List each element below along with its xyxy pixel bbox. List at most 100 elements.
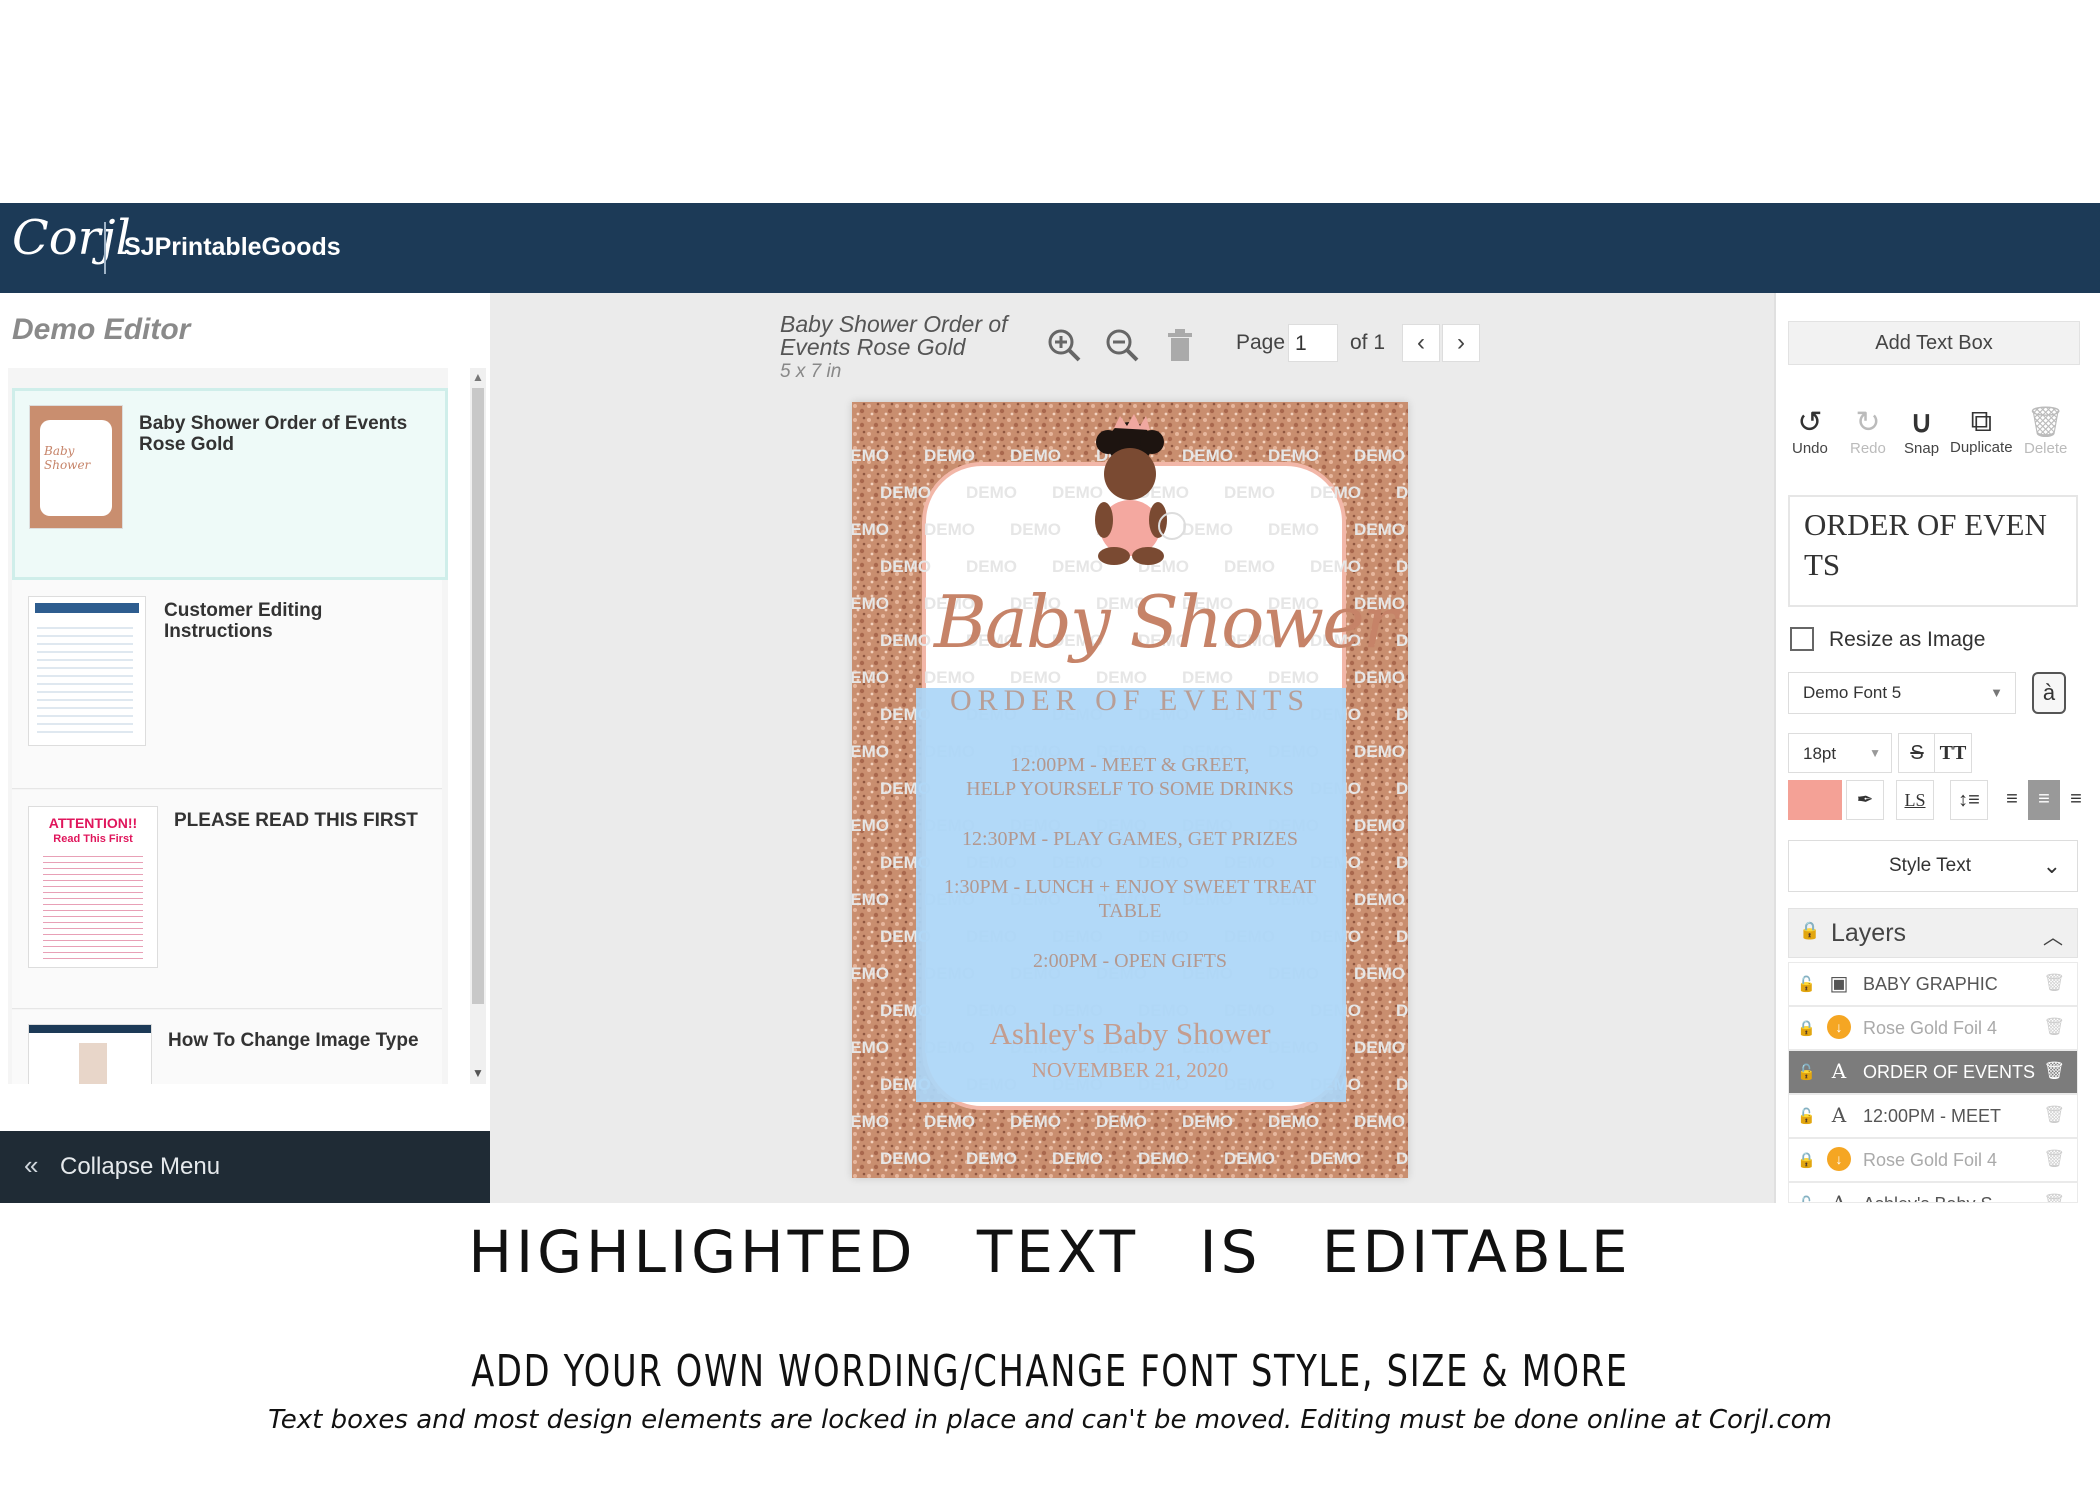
scrollbar-thumb[interactable]: [472, 388, 484, 1004]
align-center-button[interactable]: ≡: [2028, 780, 2060, 820]
line-height-button[interactable]: ↕≡: [1950, 780, 1988, 820]
snap-icon: ∪: [1910, 406, 1933, 439]
snap-button[interactable]: ∪ Snap: [1904, 405, 1939, 457]
lock-icon[interactable]: 🔒: [1797, 1151, 1816, 1169]
layer-row[interactable]: 🔒 ↓ Rose Gold Foil 4 🗑: [1788, 1138, 2078, 1182]
demo-watermark: DEMO: [1096, 1112, 1147, 1131]
event-line[interactable]: 1:30PM - LUNCH + ENJOY SWEET TREAT: [852, 876, 1408, 899]
event-line[interactable]: 12:00PM - MEET & GREET,: [852, 754, 1408, 777]
letter-spacing-button[interactable]: LS: [1896, 780, 1934, 820]
glyph-icon: à: [2042, 680, 2056, 705]
date-line[interactable]: NOVEMBER 21, 2020: [852, 1058, 1408, 1083]
chevron-up-icon: ︿: [2043, 927, 2063, 949]
text-icon: A: [1831, 1059, 1847, 1083]
align-right-button[interactable]: ≡: [2060, 780, 2092, 820]
style-text-label: Style Text: [1889, 855, 1972, 876]
line-height-icon: ↕≡: [1958, 789, 1980, 811]
layer-name: Ashley's Baby S: [1863, 1194, 1993, 1202]
trash-icon[interactable]: 🗑: [2043, 973, 2065, 993]
redo-button[interactable]: ↻ Redo: [1850, 405, 1886, 457]
template-item-customer-editing[interactable]: Customer Editing Instructions: [12, 580, 442, 789]
page-number-input[interactable]: 1: [1288, 324, 1338, 362]
demo-watermark: DEMO: [1182, 1112, 1233, 1131]
eyedropper-icon: ✒: [1856, 789, 1874, 811]
logo-divider: [104, 222, 106, 274]
layer-row[interactable]: 🔓 ▣ BABY GRAPHIC 🗑: [1788, 962, 2078, 1006]
thumbnail-attention: ATTENTION!!: [48, 815, 138, 831]
template-thumbnail: Baby Shower: [29, 405, 123, 529]
instructions-thumbnail: [28, 596, 146, 746]
layer-row[interactable]: 🔒 ↓ Rose Gold Foil 4 🗑: [1788, 1006, 2078, 1050]
collapse-menu-label: Collapse Menu: [60, 1153, 221, 1180]
invitation-canvas[interactable]: DEMO DEMO DEMO DEMO DEMO DEMO DEMO DEMO DEMO DEMO…: [852, 402, 1408, 1178]
layer-name: ORDER OF EVENTS: [1863, 1062, 2036, 1082]
layer-row[interactable]: 🔓 A 12:00PM - MEET 🗑: [1788, 1094, 2078, 1138]
unlocked-icon[interactable]: 🔓: [1797, 1063, 1816, 1081]
uppercase-button[interactable]: TT: [1934, 733, 1972, 773]
style-text-dropdown[interactable]: Style Text ⌄: [1788, 840, 2078, 892]
text-edit-field[interactable]: ORDER OF EVENTS: [1788, 495, 2078, 607]
undo-button[interactable]: ↺ Undo: [1792, 405, 1828, 457]
scroll-down-icon[interactable]: ▼: [472, 1066, 484, 1080]
zoom-out-icon[interactable]: [1102, 325, 1142, 365]
template-item-label: Baby Shower Order of Events Rose Gold: [139, 413, 408, 455]
trash-icon[interactable]: 🗑: [2043, 1149, 2065, 1169]
font-size-select[interactable]: 18pt ▼: [1788, 733, 1892, 773]
scroll-up-icon[interactable]: ▲: [472, 370, 484, 384]
resize-as-image-checkbox[interactable]: [1790, 627, 1814, 651]
layer-row[interactable]: 🔓 A Ashley's Baby S 🗑: [1788, 1182, 2078, 1203]
text-edit-value[interactable]: ORDER OF EVENTS: [1804, 505, 2064, 585]
add-text-box-button[interactable]: Add Text Box: [1788, 321, 2080, 365]
delete-button[interactable]: 🗑 Delete: [2024, 405, 2067, 457]
layers-header[interactable]: 🔒 Layers ︿: [1788, 908, 2078, 958]
eyedropper-button[interactable]: ✒: [1846, 780, 1884, 820]
unlocked-icon[interactable]: 🔓: [1797, 975, 1816, 993]
event-line[interactable]: 2:00PM - OPEN GIFTS: [852, 950, 1408, 973]
event-line[interactable]: 12:30PM - PLAY GAMES, GET PRIZES: [852, 828, 1408, 851]
host-line[interactable]: Ashley's Baby Shower: [852, 1016, 1408, 1052]
layer-name: BABY GRAPHIC: [1863, 974, 1998, 994]
template-item-order-of-events[interactable]: Baby Shower Baby Shower Order of Events …: [12, 388, 448, 580]
duplicate-button[interactable]: ⧉ Duplicate: [1950, 405, 2013, 456]
layer-row-selected[interactable]: 🔓 A ORDER OF EVENTS 🗑: [1788, 1050, 2078, 1094]
lock-icon[interactable]: 🔒: [1797, 1019, 1816, 1037]
demo-watermark: DEMO: [1224, 1149, 1275, 1168]
baby-graphic[interactable]: [852, 402, 1408, 602]
font-select[interactable]: Demo Font 5 ▼: [1788, 672, 2016, 714]
next-page-button[interactable]: ›: [1442, 324, 1480, 362]
font-size-value: 18pt: [1803, 744, 1837, 763]
text-icon: A: [1831, 1191, 1847, 1203]
glyph-picker-button[interactable]: à: [2032, 672, 2066, 714]
trash-icon[interactable]: 🗑: [2043, 1193, 2065, 1202]
double-chevron-left-icon: «: [24, 1150, 39, 1180]
template-item-change-image[interactable]: How To Change Image Type: [12, 1010, 442, 1084]
demo-watermark: DEMO: [1396, 1149, 1408, 1168]
demo-watermark: DEMO: [1310, 1149, 1361, 1168]
order-of-events-heading[interactable]: ORDER OF EVENTS: [852, 684, 1408, 718]
demo-watermark: DEMO: [1396, 927, 1408, 946]
trash-icon[interactable]: 🗑: [2043, 1017, 2065, 1037]
unlocked-icon[interactable]: 🔓: [1797, 1195, 1816, 1202]
delete-page-icon[interactable]: [1164, 325, 1196, 365]
trash-icon[interactable]: 🗑: [2043, 1105, 2065, 1125]
event-line[interactable]: TABLE: [852, 900, 1408, 923]
resize-as-image-label[interactable]: Resize as Image: [1829, 628, 1985, 652]
align-left-button[interactable]: ≡: [1996, 780, 2028, 820]
strikethrough-button[interactable]: S: [1898, 733, 1936, 773]
snap-label: Snap: [1904, 440, 1940, 457]
event-line[interactable]: HELP YOURSELF TO SOME DRINKS: [852, 778, 1408, 801]
template-item-label: Customer Editing Instructions: [164, 600, 323, 642]
unlocked-icon[interactable]: 🔓: [1797, 1107, 1816, 1125]
trash-icon[interactable]: 🗑: [2043, 1061, 2065, 1081]
layer-name: 12:00PM - MEET: [1863, 1106, 2002, 1126]
zoom-in-icon[interactable]: [1044, 325, 1084, 365]
corjl-logo[interactable]: Corjl: [12, 210, 131, 266]
foil-icon: ↓: [1827, 1015, 1851, 1039]
template-item-read-first[interactable]: ATTENTION!! Read This First PLEASE READ …: [12, 790, 442, 1009]
collapse-menu-button[interactable]: « Collapse Menu: [0, 1131, 490, 1203]
caret-down-icon: ▼: [1990, 685, 2003, 700]
prev-page-button[interactable]: ‹: [1402, 324, 1440, 362]
text-color-swatch[interactable]: [1788, 780, 1842, 820]
demo-watermark: DEMO: [1010, 1112, 1061, 1131]
demo-watermark: DEMO: [880, 631, 931, 650]
